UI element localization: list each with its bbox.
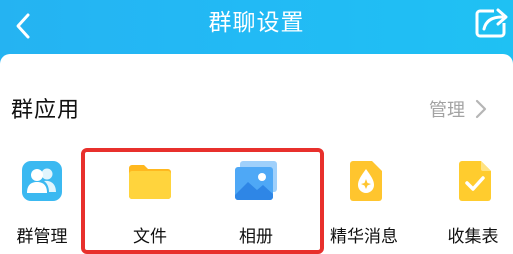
app-photo-album[interactable]: 相册: [216, 158, 296, 248]
app-label: 文件: [133, 227, 167, 247]
photo-album-icon: [235, 161, 277, 200]
group-manage-icon: [22, 161, 62, 201]
manage-link[interactable]: 管理: [429, 96, 487, 122]
share-icon: [475, 8, 508, 38]
chevron-right-icon: [475, 99, 487, 119]
app-label: 相册: [239, 227, 273, 247]
section-title: 群应用: [11, 98, 81, 123]
share-button[interactable]: [474, 5, 510, 39]
app-group-manage[interactable]: 群管理: [2, 158, 82, 248]
folder-icon: [129, 165, 171, 199]
page-title: 群聊设置: [208, 10, 305, 36]
app-label: 精华消息: [330, 227, 398, 247]
manage-label: 管理: [429, 100, 465, 121]
app-file[interactable]: 文件: [110, 158, 190, 248]
app-essence-message[interactable]: 精华消息: [324, 158, 404, 248]
app-label: 收集表: [447, 227, 499, 247]
collection-form-icon: [459, 161, 491, 201]
essence-message-icon: [350, 161, 382, 201]
app-collection-form[interactable]: 收集表: [433, 158, 513, 248]
app-label: 群管理: [16, 227, 68, 247]
